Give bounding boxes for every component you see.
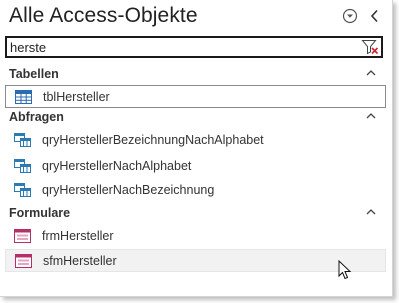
navigation-pane: Alle Access-Objekte Tabellen: [0, 0, 393, 297]
query-icon: [14, 159, 31, 173]
item-label: tblHersteller: [43, 90, 110, 104]
query-icon: [14, 183, 31, 197]
list-item-qryherstellernachbezeichnung[interactable]: qryHerstellerNachBezeichnung: [5, 179, 386, 202]
form-icon: [15, 254, 32, 268]
item-label: frmHersteller: [42, 229, 114, 243]
chevron-up-icon: [366, 209, 376, 215]
list-item-qryherstellerbezeichnungnachalphabet[interactable]: qryHerstellerBezeichnungNachAlphabet: [5, 129, 386, 152]
clear-filter-icon: [361, 40, 379, 55]
chevron-up-icon: [366, 113, 376, 119]
group-header-abfragen[interactable]: Abfragen: [5, 109, 386, 127]
collapse-pane-button[interactable]: [366, 7, 384, 25]
pane-menu-button[interactable]: [341, 7, 359, 25]
group-header-formulare[interactable]: Formulare: [5, 205, 386, 223]
list-item-sfmhersteller[interactable]: sfmHersteller: [5, 249, 386, 272]
item-label: qryHerstellerBezeichnungNachAlphabet: [42, 133, 264, 147]
form-icon: [14, 229, 31, 243]
group-label: Formulare: [9, 206, 71, 220]
group-label: Tabellen: [9, 67, 59, 81]
clear-search-button[interactable]: [361, 39, 379, 55]
pane-title: Alle Access-Objekte: [9, 4, 198, 27]
table-icon: [15, 90, 32, 104]
search-input[interactable]: [10, 39, 350, 55]
list-item-tblhersteller[interactable]: tblHersteller: [5, 85, 386, 108]
query-icon: [14, 133, 31, 147]
list-item-qryherstellernachalphabet[interactable]: qryHerstellerNachAlphabet: [5, 155, 386, 178]
group-header-tabellen[interactable]: Tabellen: [5, 66, 386, 84]
chevron-left-icon: [370, 9, 378, 23]
group-label: Abfragen: [9, 110, 64, 124]
item-label: qryHerstellerNachBezeichnung: [42, 183, 215, 197]
list-item-frmhersteller[interactable]: frmHersteller: [5, 225, 386, 248]
mouse-pointer-icon: [338, 260, 352, 280]
dropdown-circle-icon: [342, 8, 358, 24]
chevron-up-icon: [366, 70, 376, 76]
item-label: qryHerstellerNachAlphabet: [42, 159, 192, 173]
search-box: [5, 36, 383, 58]
item-label: sfmHersteller: [43, 254, 117, 268]
